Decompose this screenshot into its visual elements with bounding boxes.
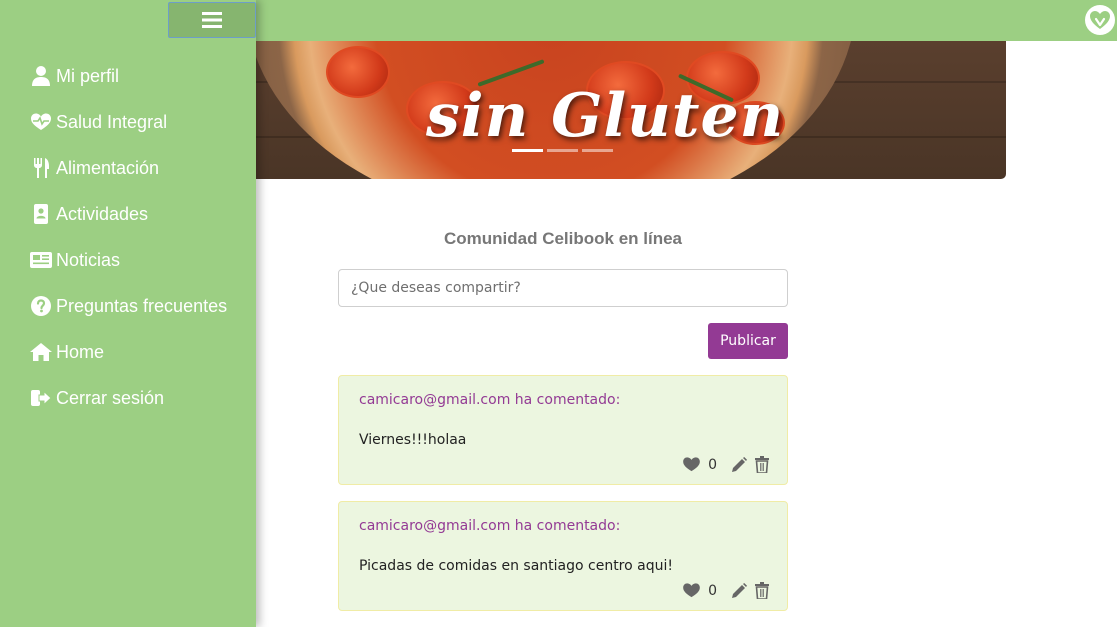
user-icon bbox=[30, 65, 52, 87]
carousel-indicator-1[interactable] bbox=[512, 149, 543, 152]
sidebar-item-label: Mi perfil bbox=[56, 65, 120, 86]
sidebar: Mi perfil Salud Integral Alimentación Ac… bbox=[0, 0, 256, 627]
heart-leaf-logo-icon[interactable] bbox=[1085, 5, 1115, 35]
question-circle-icon bbox=[30, 295, 52, 317]
sidebar-item-label: Preguntas frecuentes bbox=[56, 295, 228, 316]
post-card: camicaro@gmail.com ha comentado: Viernes… bbox=[338, 375, 788, 485]
like-count: 0 bbox=[708, 582, 717, 599]
sidebar-item-label: Noticias bbox=[56, 249, 121, 270]
sidebar-item-noticias[interactable]: Noticias bbox=[30, 237, 227, 283]
publish-button[interactable]: Publicar bbox=[708, 323, 788, 359]
hero-title: sin Gluten bbox=[426, 81, 785, 151]
utensils-icon bbox=[30, 157, 52, 179]
carousel-indicator-2[interactable] bbox=[547, 149, 578, 152]
carousel-indicators bbox=[512, 149, 613, 152]
sidebar-item-home[interactable]: Home bbox=[30, 329, 227, 375]
menu-toggle-button[interactable] bbox=[168, 2, 256, 38]
newspaper-icon bbox=[30, 249, 52, 271]
sidebar-item-label: Cerrar sesión bbox=[56, 387, 165, 408]
sidebar-item-alimentacion[interactable]: Alimentación bbox=[30, 145, 227, 191]
trash-icon[interactable] bbox=[755, 582, 769, 599]
pencil-icon[interactable] bbox=[731, 456, 747, 473]
sidebar-item-mi-perfil[interactable]: Mi perfil bbox=[30, 53, 227, 99]
post-actions: 0 bbox=[683, 582, 769, 599]
post-body: Viernes!!!holaa bbox=[359, 432, 467, 448]
post-actions: 0 bbox=[683, 456, 769, 473]
pencil-icon[interactable] bbox=[731, 582, 747, 599]
heart-icon[interactable] bbox=[683, 583, 700, 598]
sidebar-item-label: Actividades bbox=[56, 203, 149, 224]
hamburger-menu-icon bbox=[202, 12, 222, 28]
sidebar-item-preguntas-frecuentes[interactable]: Preguntas frecuentes bbox=[30, 283, 227, 329]
trash-icon[interactable] bbox=[755, 456, 769, 473]
heartbeat-icon bbox=[30, 111, 52, 133]
hero-title-top-fragment bbox=[336, 41, 776, 55]
sidebar-item-label: Home bbox=[56, 341, 105, 362]
like-count: 0 bbox=[708, 456, 717, 473]
hero-carousel[interactable]: sin Gluten bbox=[256, 41, 1006, 179]
sidebar-item-label: Salud Integral bbox=[56, 111, 168, 132]
post-author: camicaro@gmail.com ha comentado: bbox=[359, 392, 621, 408]
page-title: Comunidad Celibook en línea bbox=[443, 229, 683, 248]
carousel-indicator-3[interactable] bbox=[582, 149, 613, 152]
post-body: Picadas de comidas en santiago centro aq… bbox=[359, 558, 673, 574]
share-input[interactable] bbox=[338, 269, 788, 307]
sidebar-item-label: Alimentación bbox=[56, 157, 160, 178]
heart-icon[interactable] bbox=[683, 457, 700, 472]
sidebar-item-cerrar-sesion[interactable]: Cerrar sesión bbox=[30, 375, 227, 421]
home-icon bbox=[30, 341, 52, 363]
address-book-icon bbox=[30, 203, 52, 225]
post-author: camicaro@gmail.com ha comentado: bbox=[359, 518, 621, 534]
sidebar-nav: Mi perfil Salud Integral Alimentación Ac… bbox=[30, 53, 227, 421]
sign-out-icon bbox=[30, 387, 52, 409]
sidebar-item-actividades[interactable]: Actividades bbox=[30, 191, 227, 237]
post-card: camicaro@gmail.com ha comentado: Picadas… bbox=[338, 501, 788, 611]
sidebar-item-salud-integral[interactable]: Salud Integral bbox=[30, 99, 227, 145]
